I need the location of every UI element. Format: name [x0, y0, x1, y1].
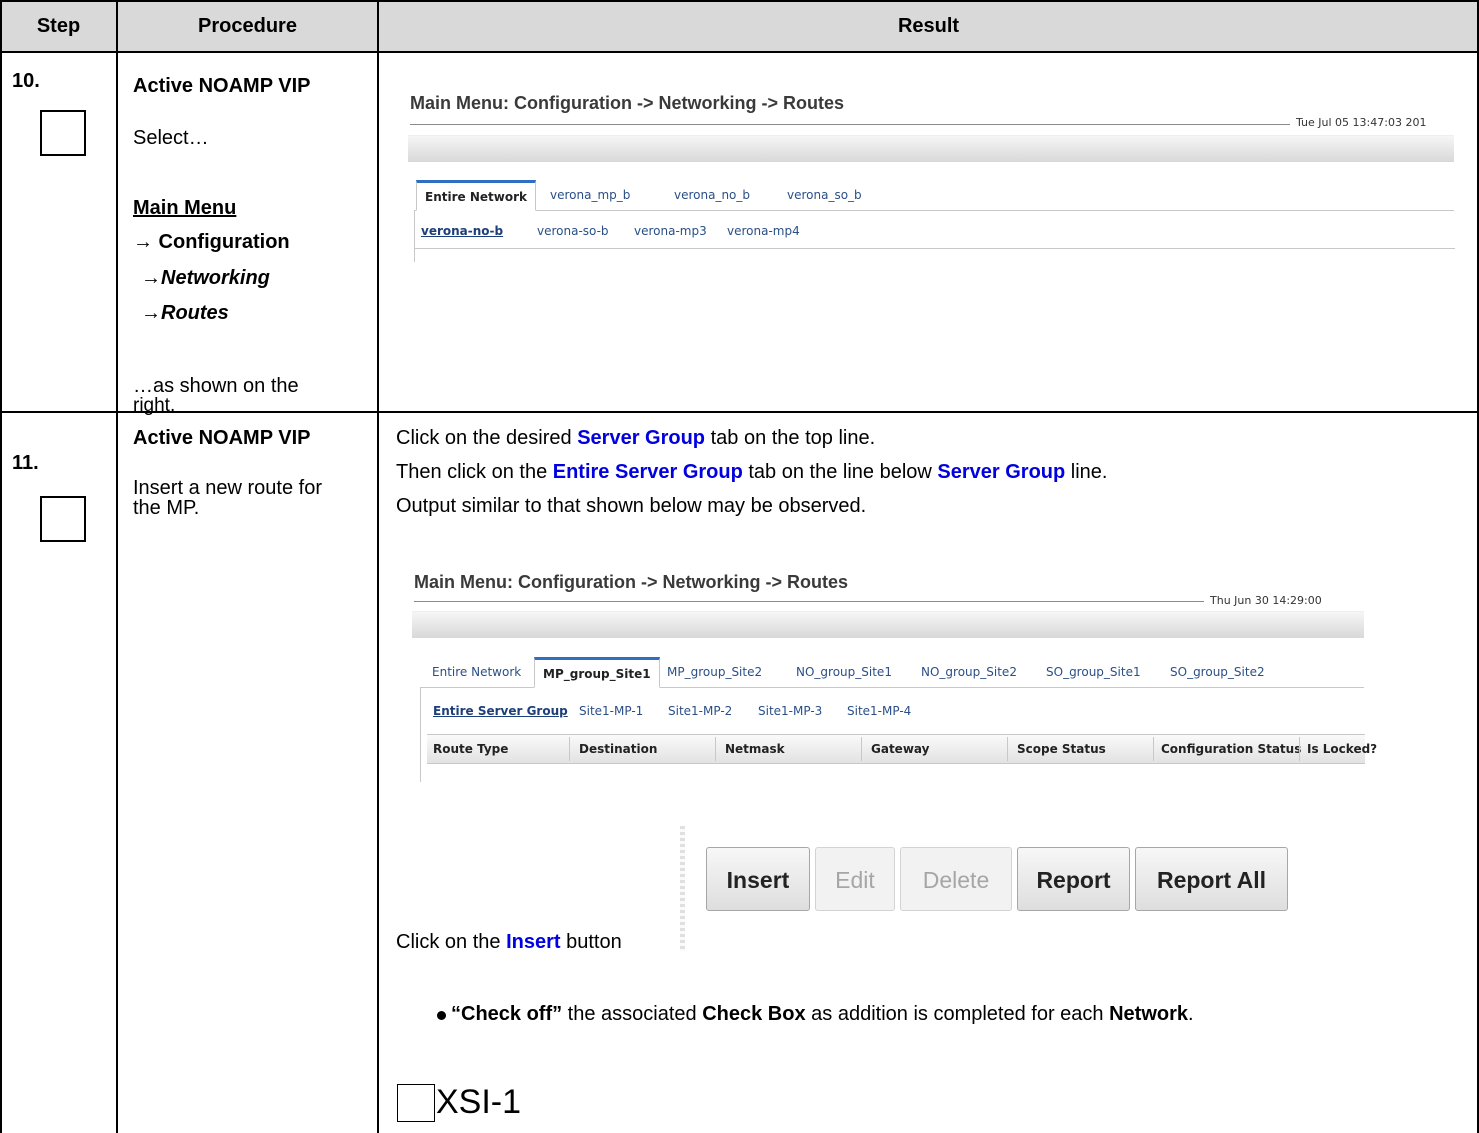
subtab-site1-mp-3[interactable]: Site1-MP-3	[758, 704, 822, 718]
delete-button[interactable]: Delete	[900, 847, 1012, 911]
procedure-table: Step Procedure Result 10. Active NOAMP V…	[0, 0, 1479, 1133]
action-button-bar: Insert Edit Delete Report Report All	[706, 847, 1288, 911]
menu-configuration: → Configuration	[133, 231, 290, 253]
tab-entire-network[interactable]: Entire Network	[416, 180, 536, 211]
header-result: Result	[897, 15, 960, 37]
server-group-tabs: Entire Network MP_group_Site1 MP_group_S…	[420, 657, 1364, 688]
report-all-button[interactable]: Report All	[1135, 847, 1288, 911]
menu-networking: →Networking	[141, 267, 270, 289]
instruction-line: Output similar to that shown below may b…	[396, 495, 867, 517]
tab-so-group-site2[interactable]: SO_group_Site2	[1170, 657, 1265, 687]
tab-so-group-site1[interactable]: SO_group_Site1	[1046, 657, 1141, 687]
menu-routes: →Routes	[141, 302, 229, 324]
subtab-entire-server-group[interactable]: Entire Server Group	[433, 704, 568, 718]
tab-mp-group-site1[interactable]: MP_group_Site1	[534, 657, 660, 688]
tab-no-group-site1[interactable]: NO_group_Site1	[796, 657, 892, 687]
tab-verona-mp-b[interactable]: verona_mp_b	[550, 180, 630, 210]
routes-screenshot: Main Menu: Configuration -> Networking -…	[394, 74, 1455, 274]
routes-screenshot: Main Menu: Configuration -> Networking -…	[396, 554, 1377, 784]
tab-mp-group-site2[interactable]: MP_group_Site2	[667, 657, 762, 687]
subtab-site1-mp-1[interactable]: Site1-MP-1	[579, 704, 643, 718]
subtab-verona-mp4[interactable]: verona-mp4	[727, 224, 800, 238]
bullet-icon	[437, 1011, 446, 1020]
server-group-tabs: Entire Network verona_mp_b verona_no_b v…	[414, 180, 1454, 211]
network-checkbox[interactable]	[397, 1084, 435, 1122]
step-number: 11.	[12, 452, 39, 474]
step-checkbox[interactable]	[40, 110, 86, 156]
insert-button[interactable]: Insert	[706, 847, 810, 911]
step-title: Active NOAMP VIP	[133, 75, 311, 97]
header-step: Step	[36, 15, 81, 37]
column-header[interactable]: Destination	[579, 735, 657, 763]
header-procedure: Procedure	[198, 15, 297, 37]
column-header[interactable]: Netmask	[725, 735, 785, 763]
routes-table-header: Route Type Destination Netmask Gateway S…	[427, 734, 1377, 764]
instruction-bullet: “Check off” the associated Check Box as …	[451, 1003, 1194, 1025]
column-header[interactable]: Is Locked?	[1307, 735, 1377, 763]
tab-verona-so-b[interactable]: verona_so_b	[787, 180, 862, 210]
subtab-site1-mp-2[interactable]: Site1-MP-2	[668, 704, 732, 718]
subtab-site1-mp-4[interactable]: Site1-MP-4	[847, 704, 911, 718]
page-title: Main Menu: Configuration -> Networking -…	[414, 572, 848, 592]
subtab-verona-no-b[interactable]: verona-no-b	[421, 224, 503, 238]
column-header[interactable]: Route Type	[433, 735, 508, 763]
step-checkbox[interactable]	[40, 496, 86, 542]
edit-button[interactable]: Edit	[815, 847, 895, 911]
column-header[interactable]: Configuration Status	[1161, 735, 1301, 763]
timestamp: Thu Jun 30 14:29:00	[1210, 594, 1322, 607]
instruction-line: Then click on the Entire Server Group ta…	[396, 461, 1108, 483]
subtab-panel: Entire Server Group Site1-MP-1 Site1-MP-…	[420, 687, 1377, 782]
subtab-verona-so-b[interactable]: verona-so-b	[537, 224, 609, 238]
timestamp: Tue Jul 05 13:47:03 201	[1296, 116, 1427, 129]
step-text: the MP.	[133, 497, 200, 519]
network-checkbox-label: XSI-1	[436, 1083, 522, 1121]
column-header[interactable]: Scope Status	[1017, 735, 1106, 763]
subtab-verona-mp3[interactable]: verona-mp3	[634, 224, 707, 238]
step-text: Select…	[133, 127, 209, 149]
step-text: right.	[133, 395, 176, 416]
step-title: Active NOAMP VIP	[133, 427, 311, 449]
subtab-panel: verona-no-b verona-so-b verona-mp3 veron…	[414, 210, 1455, 262]
instruction-line: Click on the Insert button	[396, 931, 622, 953]
page-title: Main Menu: Configuration -> Networking -…	[410, 93, 844, 113]
column-header[interactable]: Gateway	[871, 735, 929, 763]
tab-no-group-site2[interactable]: NO_group_Site2	[921, 657, 1017, 687]
tab-entire-network[interactable]: Entire Network	[432, 657, 521, 687]
menu-main: Main Menu	[133, 197, 237, 219]
report-button[interactable]: Report	[1017, 847, 1130, 911]
tab-verona-no-b[interactable]: verona_no_b	[674, 180, 750, 210]
instruction-line: Click on the desired Server Group tab on…	[396, 427, 876, 449]
step-number: 10.	[12, 70, 40, 92]
